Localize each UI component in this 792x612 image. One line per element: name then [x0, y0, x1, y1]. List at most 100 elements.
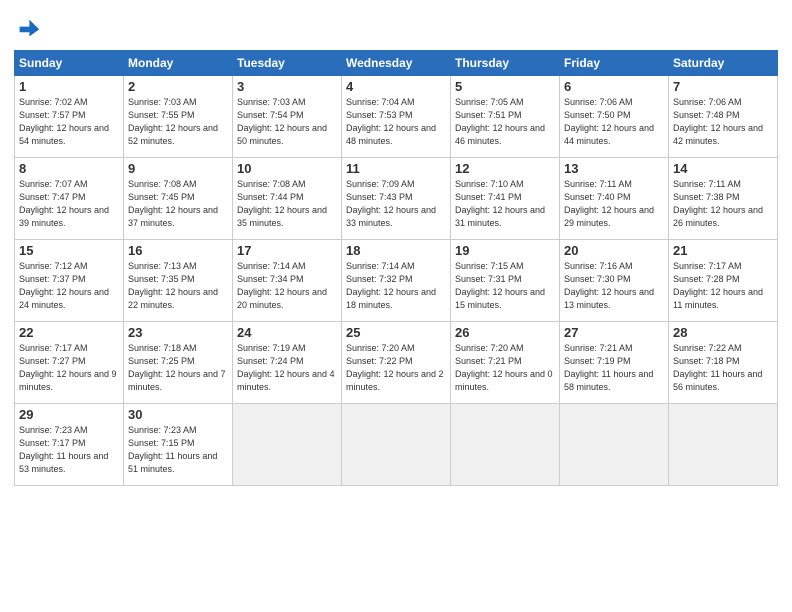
day-number: 19 [455, 243, 555, 258]
day-info: Sunrise: 7:05 AMSunset: 7:51 PMDaylight:… [455, 97, 545, 146]
day-info: Sunrise: 7:04 AMSunset: 7:53 PMDaylight:… [346, 97, 436, 146]
column-header-thursday: Thursday [451, 51, 560, 76]
table-row [233, 404, 342, 486]
table-row [560, 404, 669, 486]
table-row: 19 Sunrise: 7:15 AMSunset: 7:31 PMDayligh… [451, 240, 560, 322]
day-info: Sunrise: 7:20 AMSunset: 7:21 PMDaylight:… [455, 343, 553, 392]
day-number: 21 [673, 243, 773, 258]
logo [14, 14, 46, 42]
day-info: Sunrise: 7:03 AMSunset: 7:55 PMDaylight:… [128, 97, 218, 146]
table-row: 17 Sunrise: 7:14 AMSunset: 7:34 PMDayligh… [233, 240, 342, 322]
day-number: 22 [19, 325, 119, 340]
day-number: 8 [19, 161, 119, 176]
day-info: Sunrise: 7:09 AMSunset: 7:43 PMDaylight:… [346, 179, 436, 228]
table-row: 15 Sunrise: 7:12 AMSunset: 7:37 PMDayligh… [15, 240, 124, 322]
day-number: 9 [128, 161, 228, 176]
day-info: Sunrise: 7:23 AMSunset: 7:17 PMDaylight:… [19, 425, 108, 474]
column-header-monday: Monday [124, 51, 233, 76]
day-info: Sunrise: 7:10 AMSunset: 7:41 PMDaylight:… [455, 179, 545, 228]
table-row: 22Sunrise: 7:17 AMSunset: 7:27 PMDayligh… [15, 322, 124, 404]
table-row: 23Sunrise: 7:18 AMSunset: 7:25 PMDayligh… [124, 322, 233, 404]
table-row: 27 Sunrise: 7:21 AMSunset: 7:19 PMDayligh… [560, 322, 669, 404]
table-row: 10 Sunrise: 7:08 AMSunset: 7:44 PMDayligh… [233, 158, 342, 240]
day-info: Sunrise: 7:16 AMSunset: 7:30 PMDaylight:… [564, 261, 654, 310]
day-info: Sunrise: 7:12 AMSunset: 7:37 PMDaylight:… [19, 261, 109, 310]
column-header-tuesday: Tuesday [233, 51, 342, 76]
column-header-saturday: Saturday [669, 51, 778, 76]
day-info: Sunrise: 7:20 AMSunset: 7:22 PMDaylight:… [346, 343, 444, 392]
day-info: Sunrise: 7:08 AMSunset: 7:44 PMDaylight:… [237, 179, 327, 228]
table-row: 11 Sunrise: 7:09 AMSunset: 7:43 PMDayligh… [342, 158, 451, 240]
day-number: 27 [564, 325, 664, 340]
day-info: Sunrise: 7:02 AMSunset: 7:57 PMDaylight:… [19, 97, 109, 146]
table-row: 20 Sunrise: 7:16 AMSunset: 7:30 PMDayligh… [560, 240, 669, 322]
table-row: 4 Sunrise: 7:04 AMSunset: 7:53 PMDaylight… [342, 76, 451, 158]
table-row: 29 Sunrise: 7:23 AMSunset: 7:17 PMDayligh… [15, 404, 124, 486]
day-number: 10 [237, 161, 337, 176]
day-number: 12 [455, 161, 555, 176]
day-number: 28 [673, 325, 773, 340]
table-row: 2 Sunrise: 7:03 AMSunset: 7:55 PMDaylight… [124, 76, 233, 158]
day-info: Sunrise: 7:03 AMSunset: 7:54 PMDaylight:… [237, 97, 327, 146]
column-header-sunday: Sunday [15, 51, 124, 76]
day-number: 15 [19, 243, 119, 258]
table-row: 26 Sunrise: 7:20 AMSunset: 7:21 PMDayligh… [451, 322, 560, 404]
day-info: Sunrise: 7:15 AMSunset: 7:31 PMDaylight:… [455, 261, 545, 310]
day-info: Sunrise: 7:21 AMSunset: 7:19 PMDaylight:… [564, 343, 653, 392]
day-number: 26 [455, 325, 555, 340]
day-number: 7 [673, 79, 773, 94]
day-info: Sunrise: 7:11 AMSunset: 7:40 PMDaylight:… [564, 179, 654, 228]
table-row: 30 Sunrise: 7:23 AMSunset: 7:15 PMDayligh… [124, 404, 233, 486]
day-number: 5 [455, 79, 555, 94]
table-row: 13 Sunrise: 7:11 AMSunset: 7:40 PMDayligh… [560, 158, 669, 240]
table-row: 16 Sunrise: 7:13 AMSunset: 7:35 PMDayligh… [124, 240, 233, 322]
table-row: 25 Sunrise: 7:20 AMSunset: 7:22 PMDayligh… [342, 322, 451, 404]
table-row: 3 Sunrise: 7:03 AMSunset: 7:54 PMDaylight… [233, 76, 342, 158]
day-info: Sunrise: 7:13 AMSunset: 7:35 PMDaylight:… [128, 261, 218, 310]
day-number: 20 [564, 243, 664, 258]
column-header-wednesday: Wednesday [342, 51, 451, 76]
table-row: 12 Sunrise: 7:10 AMSunset: 7:41 PMDayligh… [451, 158, 560, 240]
table-row: 14 Sunrise: 7:11 AMSunset: 7:38 PMDayligh… [669, 158, 778, 240]
table-row: 28 Sunrise: 7:22 AMSunset: 7:18 PMDayligh… [669, 322, 778, 404]
day-number: 25 [346, 325, 446, 340]
calendar-table: SundayMondayTuesdayWednesdayThursdayFrid… [14, 50, 778, 486]
table-row: 5 Sunrise: 7:05 AMSunset: 7:51 PMDaylight… [451, 76, 560, 158]
day-number: 11 [346, 161, 446, 176]
day-info: Sunrise: 7:06 AMSunset: 7:48 PMDaylight:… [673, 97, 763, 146]
table-row: 6Sunrise: 7:06 AMSunset: 7:50 PMDaylight… [560, 76, 669, 158]
day-number: 6 [564, 79, 664, 94]
day-info: Sunrise: 7:07 AMSunset: 7:47 PMDaylight:… [19, 179, 109, 228]
day-info: Sunrise: 7:17 AMSunset: 7:28 PMDaylight:… [673, 261, 763, 310]
day-number: 30 [128, 407, 228, 422]
table-row [342, 404, 451, 486]
day-info: Sunrise: 7:22 AMSunset: 7:18 PMDaylight:… [673, 343, 762, 392]
table-row: 8 Sunrise: 7:07 AMSunset: 7:47 PMDaylight… [15, 158, 124, 240]
day-number: 3 [237, 79, 337, 94]
day-number: 23 [128, 325, 228, 340]
table-row: 7 Sunrise: 7:06 AMSunset: 7:48 PMDaylight… [669, 76, 778, 158]
day-info: Sunrise: 7:14 AMSunset: 7:34 PMDaylight:… [237, 261, 327, 310]
day-info: Sunrise: 7:11 AMSunset: 7:38 PMDaylight:… [673, 179, 763, 228]
table-row: 18 Sunrise: 7:14 AMSunset: 7:32 PMDayligh… [342, 240, 451, 322]
table-row [451, 404, 560, 486]
table-row [669, 404, 778, 486]
day-info: Sunrise: 7:23 AMSunset: 7:15 PMDaylight:… [128, 425, 217, 474]
day-info: Sunrise: 7:14 AMSunset: 7:32 PMDaylight:… [346, 261, 436, 310]
day-number: 29 [19, 407, 119, 422]
day-number: 16 [128, 243, 228, 258]
table-row: 21 Sunrise: 7:17 AMSunset: 7:28 PMDayligh… [669, 240, 778, 322]
day-number: 13 [564, 161, 664, 176]
day-number: 14 [673, 161, 773, 176]
day-number: 17 [237, 243, 337, 258]
day-number: 24 [237, 325, 337, 340]
day-number: 18 [346, 243, 446, 258]
column-header-friday: Friday [560, 51, 669, 76]
day-info: Sunrise: 7:08 AMSunset: 7:45 PMDaylight:… [128, 179, 218, 228]
day-number: 2 [128, 79, 228, 94]
table-row: 9 Sunrise: 7:08 AMSunset: 7:45 PMDaylight… [124, 158, 233, 240]
day-number: 1 [19, 79, 119, 94]
day-info: Sunrise: 7:19 AMSunset: 7:24 PMDaylight:… [237, 343, 335, 392]
day-number: 4 [346, 79, 446, 94]
table-row: 24 Sunrise: 7:19 AMSunset: 7:24 PMDayligh… [233, 322, 342, 404]
